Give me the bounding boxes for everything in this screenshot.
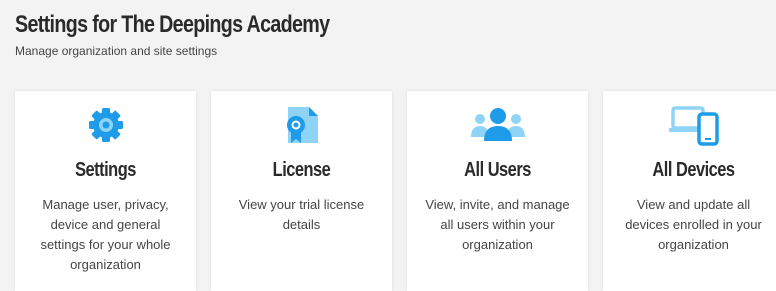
card-title: Settings	[75, 159, 136, 181]
card-license[interactable]: License View your trial license details	[211, 91, 392, 291]
page-subtitle: Manage organization and site settings	[15, 44, 218, 58]
card-description: View, invite, and manage all users withi…	[425, 197, 570, 252]
card-description: Manage user, privacy, device and general…	[40, 197, 171, 272]
card-title: All Users	[464, 159, 531, 181]
license-icon	[211, 103, 392, 147]
card-all-devices[interactable]: All Devices View and update all devices …	[603, 91, 776, 291]
page-title: Settings for The Deepings Academy	[15, 11, 330, 38]
card-description: View your trial license details	[238, 197, 365, 232]
gear-icon	[15, 103, 196, 147]
card-title: All Devices	[652, 159, 735, 181]
users-icon	[407, 103, 588, 147]
devices-icon	[603, 103, 776, 147]
page-header: Settings for The Deepings Academy Manage…	[15, 10, 398, 58]
card-all-users[interactable]: All Users View, invite, and manage all u…	[407, 91, 588, 291]
card-description: View and update all devices enrolled in …	[625, 197, 762, 252]
card-settings[interactable]: Settings Manage user, privacy, device an…	[15, 91, 196, 291]
card-title: License	[272, 159, 331, 181]
